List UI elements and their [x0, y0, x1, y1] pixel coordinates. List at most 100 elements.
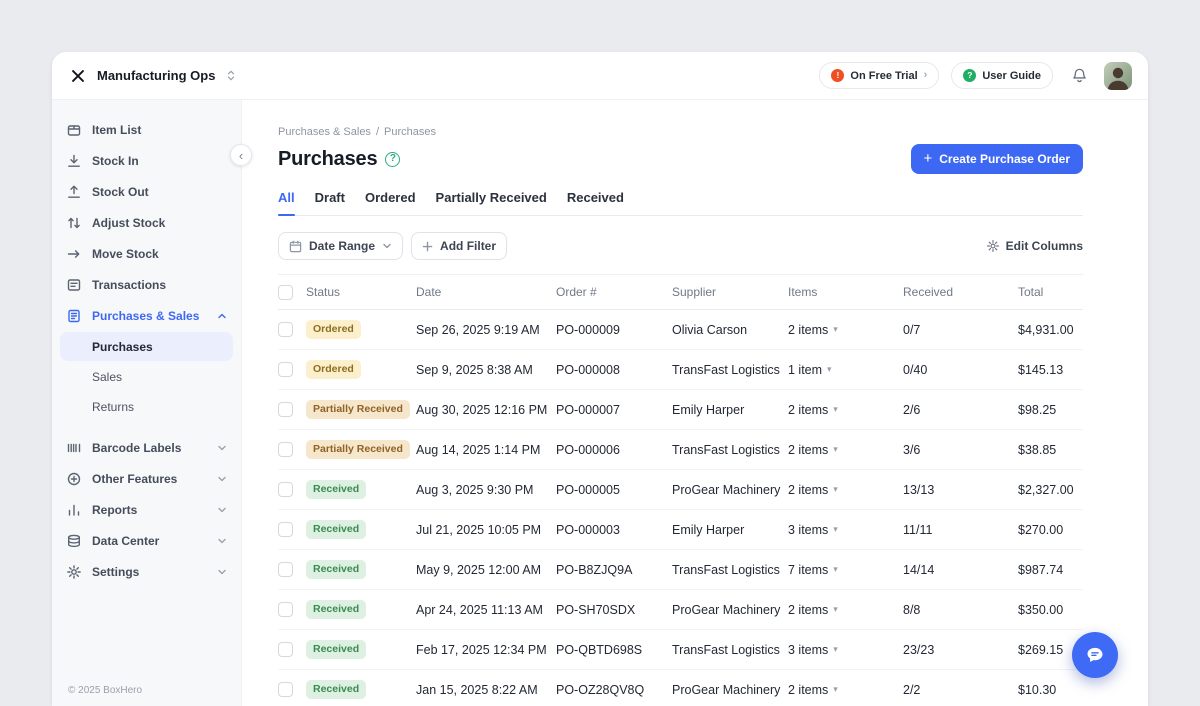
sidebar-item-settings[interactable]: Settings	[52, 556, 241, 587]
user-guide-button[interactable]: ? User Guide	[951, 62, 1053, 89]
chevron-down-icon	[217, 536, 227, 546]
chevron-down-icon: ▾	[833, 485, 838, 494]
table-row[interactable]: Received Feb 17, 2025 12:34 PM PO-QBTD69…	[278, 630, 1083, 670]
status-badge: Partially Received	[306, 400, 410, 419]
sidebar-item-label: Data Center	[92, 534, 159, 548]
bar-chart-icon	[66, 502, 82, 518]
tab-all[interactable]: All	[278, 190, 295, 215]
row-checkbox[interactable]	[278, 682, 293, 697]
trial-status-button[interactable]: ! On Free Trial ›	[819, 62, 939, 89]
create-purchase-order-button[interactable]: + Create Purchase Order	[911, 144, 1084, 174]
chat-bubble-icon	[1084, 644, 1106, 666]
sidebar-item-transactions[interactable]: Transactions	[52, 269, 241, 300]
table-row[interactable]: Partially Received Aug 14, 2025 1:14 PM …	[278, 430, 1083, 470]
table-row[interactable]: Received Jul 21, 2025 10:05 PM PO-000003…	[278, 510, 1083, 550]
cell-date: Feb 17, 2025 12:34 PM	[416, 643, 556, 657]
breadcrumb-separator: /	[376, 126, 379, 138]
row-checkbox[interactable]	[278, 602, 293, 617]
row-checkbox[interactable]	[278, 562, 293, 577]
sidebar-item-label: Stock Out	[92, 185, 149, 199]
row-checkbox[interactable]	[278, 522, 293, 537]
table-row[interactable]: Partially Received Aug 30, 2025 12:16 PM…	[278, 390, 1083, 430]
sidebar-item-label: Settings	[92, 565, 139, 579]
sidebar-collapse-button[interactable]: ‹	[230, 144, 252, 166]
date-range-label: Date Range	[309, 239, 375, 253]
row-checkbox[interactable]	[278, 482, 293, 497]
items-dropdown-label: 3 items	[788, 523, 828, 537]
tab-received[interactable]: Received	[567, 190, 624, 215]
sidebar-subitem-returns[interactable]: Returns	[60, 392, 233, 421]
cell-received: 2/6	[903, 403, 1018, 417]
select-all-checkbox[interactable]	[278, 285, 293, 300]
chat-launcher-button[interactable]	[1072, 632, 1118, 678]
row-checkbox[interactable]	[278, 642, 293, 657]
tab-partially-received[interactable]: Partially Received	[436, 190, 547, 215]
table-row[interactable]: Received Aug 3, 2025 9:30 PM PO-000005 P…	[278, 470, 1083, 510]
help-icon[interactable]: ?	[385, 152, 400, 167]
arrow-up-tray-icon	[66, 184, 82, 200]
table-row[interactable]: Received Apr 24, 2025 11:13 AM PO-SH70SD…	[278, 590, 1083, 630]
sidebar-subitem-sales[interactable]: Sales	[60, 362, 233, 391]
table-row[interactable]: Ordered Sep 26, 2025 9:19 AM PO-000009 O…	[278, 310, 1083, 350]
items-dropdown[interactable]: 7 items ▾	[788, 563, 838, 577]
add-filter-label: Add Filter	[440, 239, 496, 253]
calendar-icon	[289, 240, 302, 253]
table-row[interactable]: Received Jan 15, 2025 8:22 AM PO-OZ28QV8…	[278, 670, 1083, 706]
barcode-icon	[66, 440, 82, 456]
sidebar-item-reports[interactable]: Reports	[52, 494, 241, 525]
status-badge: Received	[306, 480, 366, 499]
cell-supplier: Emily Harper	[672, 523, 788, 537]
sidebar-item-stock-in[interactable]: Stock In	[52, 145, 241, 176]
cell-received: 0/40	[903, 363, 1018, 377]
cell-supplier: TransFast Logistics	[672, 643, 788, 657]
sidebar-item-other-features[interactable]: Other Features	[52, 463, 241, 494]
purchase-orders-table: Status Date Order # Supplier Items Recei…	[278, 274, 1083, 706]
add-filter-button[interactable]: Add Filter	[411, 232, 507, 260]
sidebar-item-item-list[interactable]: Item List	[52, 114, 241, 145]
sidebar-subitem-label: Purchases	[92, 340, 153, 354]
items-dropdown[interactable]: 2 items ▾	[788, 683, 838, 697]
date-range-filter-button[interactable]: Date Range	[278, 232, 403, 260]
items-dropdown[interactable]: 1 item ▾	[788, 363, 832, 377]
items-dropdown[interactable]: 3 items ▾	[788, 643, 838, 657]
chevron-down-icon: ▾	[827, 365, 832, 374]
cell-received: 11/11	[903, 523, 1018, 537]
sidebar-item-data-center[interactable]: Data Center	[52, 525, 241, 556]
list-card-icon	[66, 277, 82, 293]
edit-columns-button[interactable]: Edit Columns	[986, 232, 1083, 260]
row-checkbox[interactable]	[278, 362, 293, 377]
items-dropdown[interactable]: 2 items ▾	[788, 603, 838, 617]
sidebar-item-stock-out[interactable]: Stock Out	[52, 176, 241, 207]
sidebar-item-label: Purchases & Sales	[92, 309, 199, 323]
items-dropdown-label: 2 items	[788, 603, 828, 617]
status-badge: Received	[306, 600, 366, 619]
workspace-menu[interactable]: Manufacturing Ops	[68, 66, 236, 86]
status-badge: Ordered	[306, 320, 361, 339]
chevron-down-icon: ▾	[833, 645, 838, 654]
table-row[interactable]: Ordered Sep 9, 2025 8:38 AM PO-000008 Tr…	[278, 350, 1083, 390]
chevron-down-icon	[217, 474, 227, 484]
row-checkbox[interactable]	[278, 402, 293, 417]
row-checkbox[interactable]	[278, 322, 293, 337]
sidebar-item-adjust-stock[interactable]: Adjust Stock	[52, 207, 241, 238]
items-dropdown[interactable]: 2 items ▾	[788, 443, 838, 457]
breadcrumb-parent[interactable]: Purchases & Sales	[278, 126, 371, 138]
tab-draft[interactable]: Draft	[315, 190, 345, 215]
items-dropdown[interactable]: 2 items ▾	[788, 483, 838, 497]
items-dropdown[interactable]: 2 items ▾	[788, 403, 838, 417]
tab-ordered[interactable]: Ordered	[365, 190, 416, 215]
cell-order-number: PO-000009	[556, 323, 672, 337]
sidebar-item-purchases-sales[interactable]: Purchases & Sales	[52, 300, 241, 331]
table-body: Ordered Sep 26, 2025 9:19 AM PO-000009 O…	[278, 310, 1083, 706]
row-checkbox[interactable]	[278, 442, 293, 457]
cell-received: 14/14	[903, 563, 1018, 577]
user-avatar[interactable]	[1104, 62, 1132, 90]
sidebar-item-barcode-labels[interactable]: Barcode Labels	[52, 432, 241, 463]
cell-order-number: PO-000003	[556, 523, 672, 537]
notifications-bell-icon[interactable]	[1071, 67, 1088, 84]
items-dropdown[interactable]: 3 items ▾	[788, 523, 838, 537]
items-dropdown[interactable]: 2 items ▾	[788, 323, 838, 337]
sidebar-subitem-purchases[interactable]: Purchases	[60, 332, 233, 361]
table-row[interactable]: Received May 9, 2025 12:00 AM PO-B8ZJQ9A…	[278, 550, 1083, 590]
sidebar-item-move-stock[interactable]: Move Stock	[52, 238, 241, 269]
